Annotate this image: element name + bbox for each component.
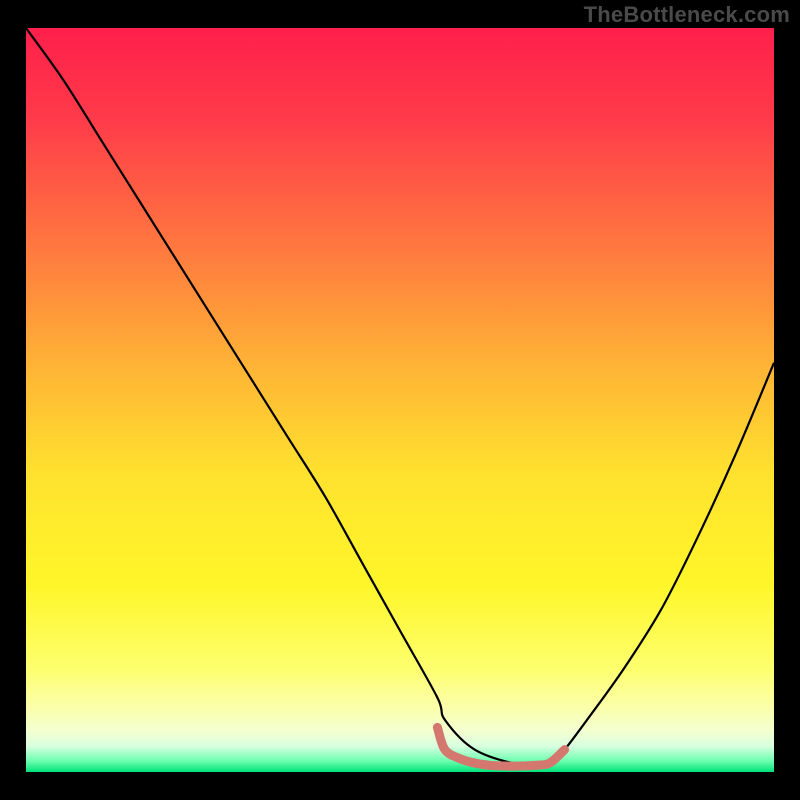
plot-area — [26, 28, 774, 772]
chart-frame: TheBottleneck.com — [0, 0, 800, 800]
bottleneck-chart — [26, 28, 774, 772]
gradient-background — [26, 28, 774, 772]
watermark-text: TheBottleneck.com — [584, 2, 790, 28]
